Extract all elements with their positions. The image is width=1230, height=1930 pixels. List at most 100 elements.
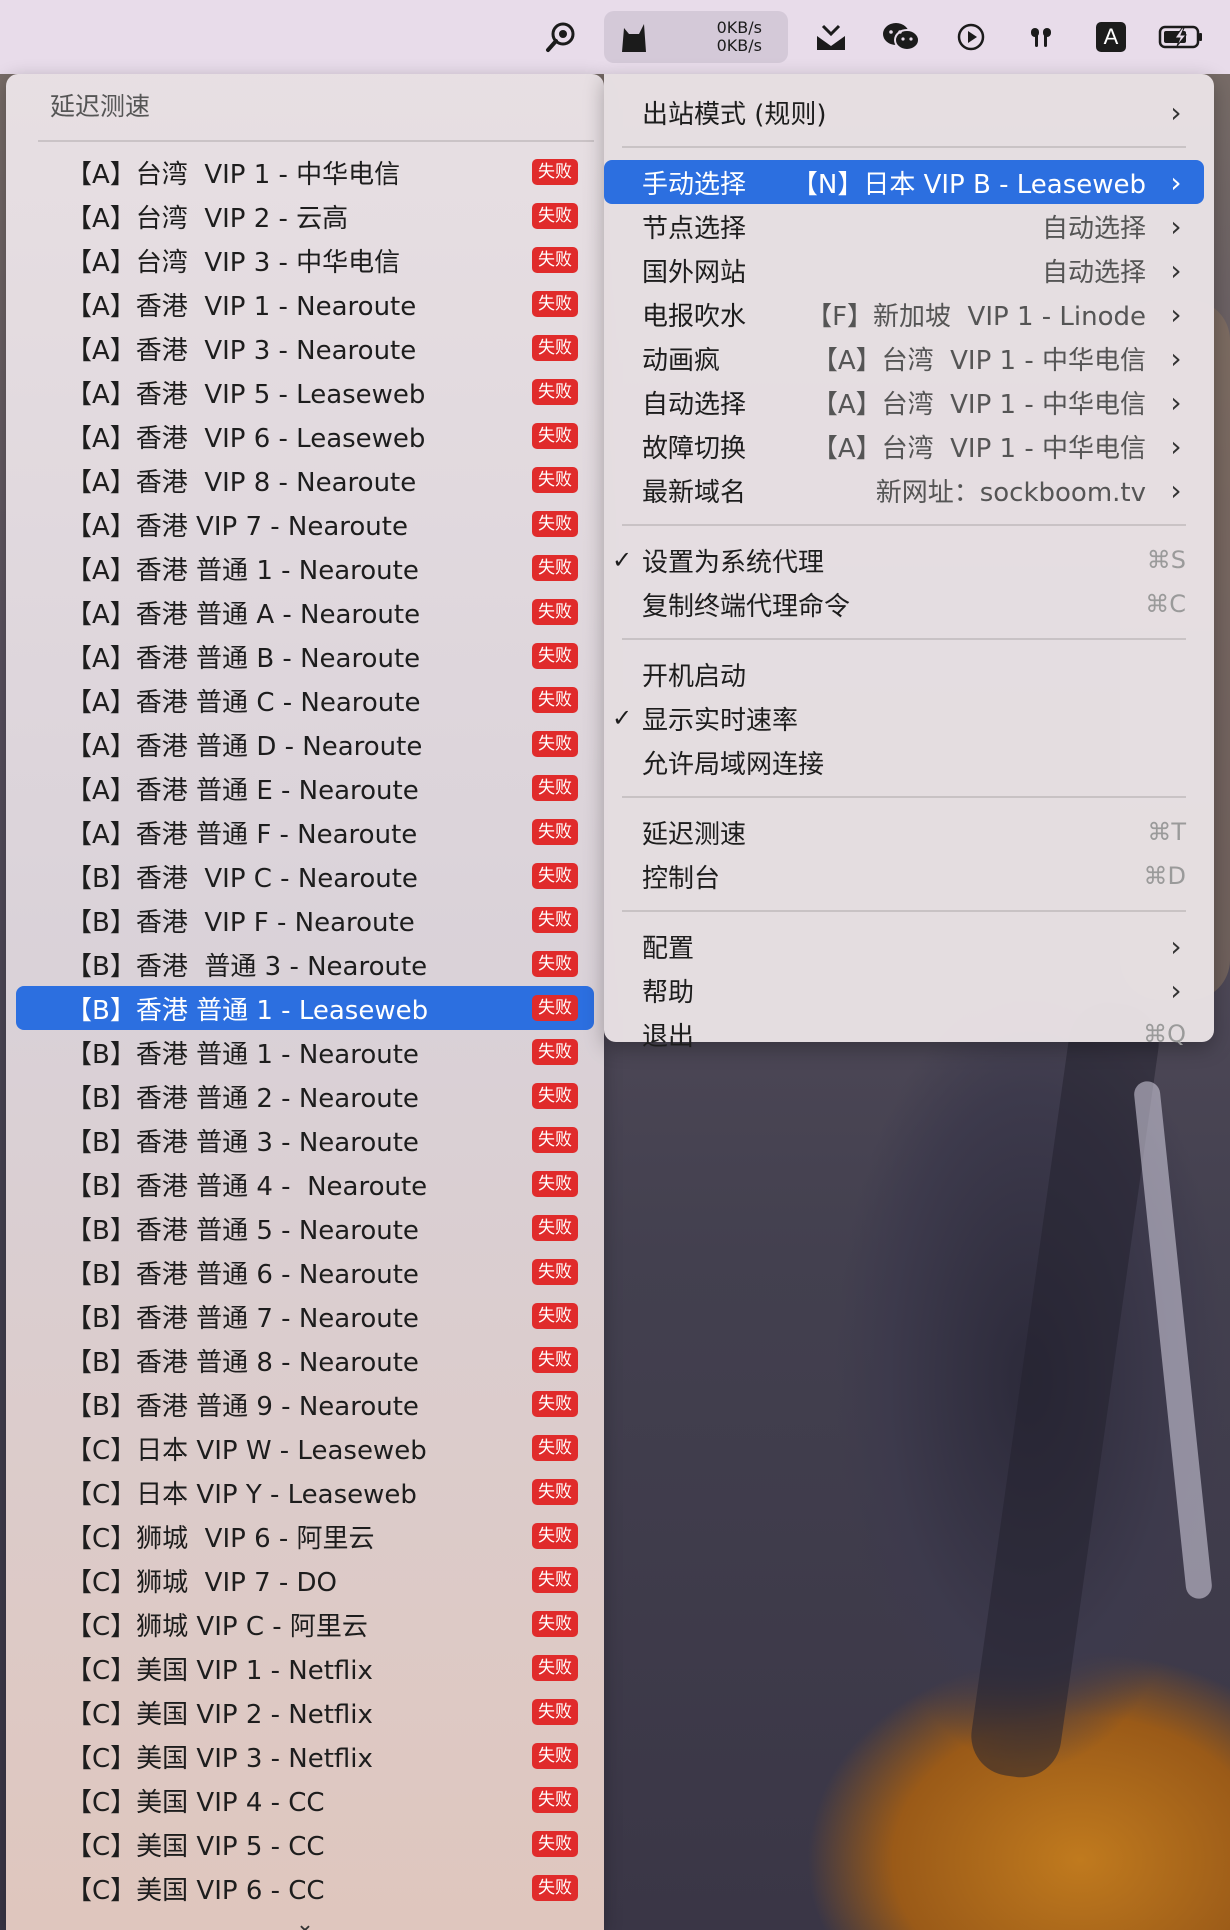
proxy-name: 【C】美国 VIP 2 - Netflix <box>66 1699 373 1730</box>
proxy-item[interactable]: 【B】香港 普通 5 - Nearoute 失败 <box>16 1206 594 1250</box>
proxy-item[interactable]: 【A】台湾 VIP 2 - 云高 失败 <box>16 194 594 238</box>
clashx-status-item[interactable]: 0KB/s 0KB/s <box>604 11 788 63</box>
proxy-item[interactable]: 【C】美国 VIP 2 - Netflix 失败 <box>16 1690 594 1734</box>
fail-badge: 失败 <box>532 1787 578 1813</box>
checkmark-icon: ✓ <box>612 704 633 732</box>
inbox-tray-icon[interactable] <box>796 0 866 74</box>
menu-outbound-mode[interactable]: 出站模式 (规则) › <box>604 90 1204 134</box>
proxy-item[interactable]: 【C】狮城 VIP 7 - DO 失败 <box>16 1558 594 1602</box>
proxy-name: 【B】香港 普通 5 - Nearoute <box>66 1215 419 1246</box>
menu-help[interactable]: 帮助 › <box>604 968 1204 1012</box>
separator <box>622 524 1186 526</box>
proxy-group-item[interactable]: 电报吹水 【F】新加坡 VIP 1 - Linode › <box>604 292 1204 336</box>
menu-delay-test[interactable]: 延迟测速 ⌘T <box>604 810 1204 854</box>
proxy-item[interactable]: 【A】香港 普通 C - Nearoute 失败 <box>16 678 594 722</box>
proxy-item[interactable]: 【B】香港 VIP F - Nearoute 失败 <box>16 898 594 942</box>
proxy-group-item[interactable]: 故障切换 【A】台湾 VIP 1 - 中华电信 › <box>604 424 1204 468</box>
proxy-group-item[interactable]: 动画疯 【A】台湾 VIP 1 - 中华电信 › <box>604 336 1204 380</box>
proxy-group-item[interactable]: 最新域名 新网址：sockboom.tv › <box>604 468 1204 512</box>
proxy-item[interactable]: 【B】香港 普通 3 - Nearoute 失败 <box>16 1118 594 1162</box>
fail-badge: 失败 <box>532 1391 578 1417</box>
menu-allow-lan[interactable]: 允许局域网连接 <box>604 740 1204 784</box>
proxy-item[interactable]: 【A】香港 普通 F - Nearoute 失败 <box>16 810 594 854</box>
proxy-item[interactable]: 【C】美国 VIP 4 - CC 失败 <box>16 1778 594 1822</box>
proxy-item[interactable]: 【A】香港 普通 D - Nearoute 失败 <box>16 722 594 766</box>
menu-config[interactable]: 配置 › <box>604 924 1204 968</box>
shortcut: ⌘T <box>1147 818 1186 846</box>
wechat-icon[interactable] <box>866 0 936 74</box>
menu-set-system-proxy[interactable]: ✓ 设置为系统代理 ⌘S <box>604 538 1204 582</box>
fail-badge: 失败 <box>532 467 578 493</box>
proxy-item[interactable]: 【C】美国 VIP 1 - Netflix 失败 <box>16 1646 594 1690</box>
scroll-down-chevron-icon[interactable]: ⌄ <box>6 1912 604 1930</box>
proxy-item[interactable]: 【C】狮城 VIP 6 - 阿里云 失败 <box>16 1514 594 1558</box>
proxy-item[interactable]: 【C】日本 VIP W - Leaseweb 失败 <box>16 1426 594 1470</box>
quit-label: 退出 <box>642 1021 695 1052</box>
separator <box>622 638 1186 640</box>
group-current-node: 新网址：sockboom.tv <box>875 477 1146 508</box>
proxy-item[interactable]: 【A】香港 VIP 3 - Nearoute 失败 <box>16 326 594 370</box>
proxy-group-item[interactable]: 节点选择 自动选择 › <box>604 204 1204 248</box>
menu-copy-terminal-command[interactable]: 复制终端代理命令 ⌘C <box>604 582 1204 626</box>
menu-show-speed[interactable]: ✓ 显示实时速率 <box>604 696 1204 740</box>
proxy-item[interactable]: 【A】香港 普通 B - Nearoute 失败 <box>16 634 594 678</box>
proxy-item[interactable]: 【B】香港 普通 9 - Nearoute 失败 <box>16 1382 594 1426</box>
proxy-name: 【C】美国 VIP 5 - CC <box>66 1831 325 1862</box>
proxy-group-item[interactable]: 手动选择 【N】日本 VIP B - Leaseweb › <box>604 160 1204 204</box>
proxy-item[interactable]: 【A】台湾 VIP 3 - 中华电信 失败 <box>16 238 594 282</box>
proxy-item[interactable]: 【C】日本 VIP Y - Leaseweb 失败 <box>16 1470 594 1514</box>
play-circle-icon[interactable] <box>936 0 1006 74</box>
group-current-node: 自动选择 <box>1041 257 1146 288</box>
battery-icon[interactable] <box>1146 0 1216 74</box>
group-label: 自动选择 <box>642 389 747 420</box>
fail-badge: 失败 <box>532 1743 578 1769</box>
menu-quit[interactable]: 退出 ⌘Q <box>604 1012 1204 1056</box>
proxy-item[interactable]: 【C】狮城 VIP C - 阿里云 失败 <box>16 1602 594 1646</box>
proxy-item[interactable]: 【B】香港 普通 6 - Nearoute 失败 <box>16 1250 594 1294</box>
proxy-item[interactable]: 【B】香港 普通 3 - Nearoute 失败 <box>16 942 594 986</box>
proxy-name: 【C】狮城 VIP 7 - DO <box>66 1567 338 1598</box>
proxy-group-item[interactable]: 自动选择 【A】台湾 VIP 1 - 中华电信 › <box>604 380 1204 424</box>
proxy-item[interactable]: 【B】香港 普通 1 - Nearoute 失败 <box>16 1030 594 1074</box>
proxy-item[interactable]: 【A】台湾 VIP 1 - 中华电信 失败 <box>16 150 594 194</box>
group-label: 电报吹水 <box>642 301 747 332</box>
proxy-name: 【B】香港 VIP F - Nearoute <box>66 907 415 938</box>
download-speed: 0KB/s <box>716 36 762 55</box>
chevron-right-icon: › <box>1170 973 1182 1007</box>
proxy-item[interactable]: 【B】香港 普通 4 - Nearoute 失败 <box>16 1162 594 1206</box>
menu-console[interactable]: 控制台 ⌘D <box>604 854 1204 898</box>
config-label: 配置 <box>642 933 695 964</box>
set-system-proxy-label: 设置为系统代理 <box>642 547 825 578</box>
spotlight-icon[interactable] <box>526 0 596 74</box>
fail-badge: 失败 <box>532 1875 578 1901</box>
fail-badge: 失败 <box>532 1127 578 1153</box>
proxy-item[interactable]: 【A】香港 普通 A - Nearoute 失败 <box>16 590 594 634</box>
proxy-item[interactable]: 【B】香港 普通 8 - Nearoute 失败 <box>16 1338 594 1382</box>
proxy-group-item[interactable]: 国外网站 自动选择 › <box>604 248 1204 292</box>
proxy-item[interactable]: 【B】香港 普通 2 - Nearoute 失败 <box>16 1074 594 1118</box>
proxy-item[interactable]: 【B】香港 VIP C - Nearoute 失败 <box>16 854 594 898</box>
proxy-name: 【C】狮城 VIP 6 - 阿里云 <box>66 1523 375 1554</box>
proxy-item[interactable]: 【A】香港 VIP 5 - Leaseweb 失败 <box>16 370 594 414</box>
group-label: 故障切换 <box>642 433 747 464</box>
proxy-item[interactable]: 【B】香港 普通 1 - Leaseweb 失败 <box>16 986 594 1030</box>
proxy-item[interactable]: 【A】香港 普通 1 - Nearoute 失败 <box>16 546 594 590</box>
airpods-icon[interactable] <box>1006 0 1076 74</box>
proxy-item[interactable]: 【A】香港 VIP 7 - Nearoute 失败 <box>16 502 594 546</box>
proxy-item[interactable]: 【A】香港 普通 E - Nearoute 失败 <box>16 766 594 810</box>
menu-launch-at-login[interactable]: 开机启动 <box>604 652 1204 696</box>
chevron-right-icon: › <box>1170 385 1182 419</box>
speed-readout: 0KB/s 0KB/s <box>664 19 788 55</box>
fail-badge: 失败 <box>532 159 578 185</box>
proxy-item[interactable]: 【A】香港 VIP 6 - Leaseweb 失败 <box>16 414 594 458</box>
proxy-item[interactable]: 【C】美国 VIP 3 - Netflix 失败 <box>16 1734 594 1778</box>
outbound-mode-label: 出站模式 (规则) <box>642 99 827 130</box>
input-source-indicator[interactable]: A <box>1076 0 1146 74</box>
group-current-node: 【N】日本 VIP B - Leaseweb <box>791 169 1146 200</box>
fail-badge: 失败 <box>532 335 578 361</box>
proxy-item[interactable]: 【A】香港 VIP 8 - Nearoute 失败 <box>16 458 594 502</box>
proxy-item[interactable]: 【C】美国 VIP 6 - CC 失败 <box>16 1866 594 1910</box>
proxy-item[interactable]: 【C】美国 VIP 5 - CC 失败 <box>16 1822 594 1866</box>
proxy-item[interactable]: 【B】香港 普通 7 - Nearoute 失败 <box>16 1294 594 1338</box>
proxy-item[interactable]: 【A】香港 VIP 1 - Nearoute 失败 <box>16 282 594 326</box>
